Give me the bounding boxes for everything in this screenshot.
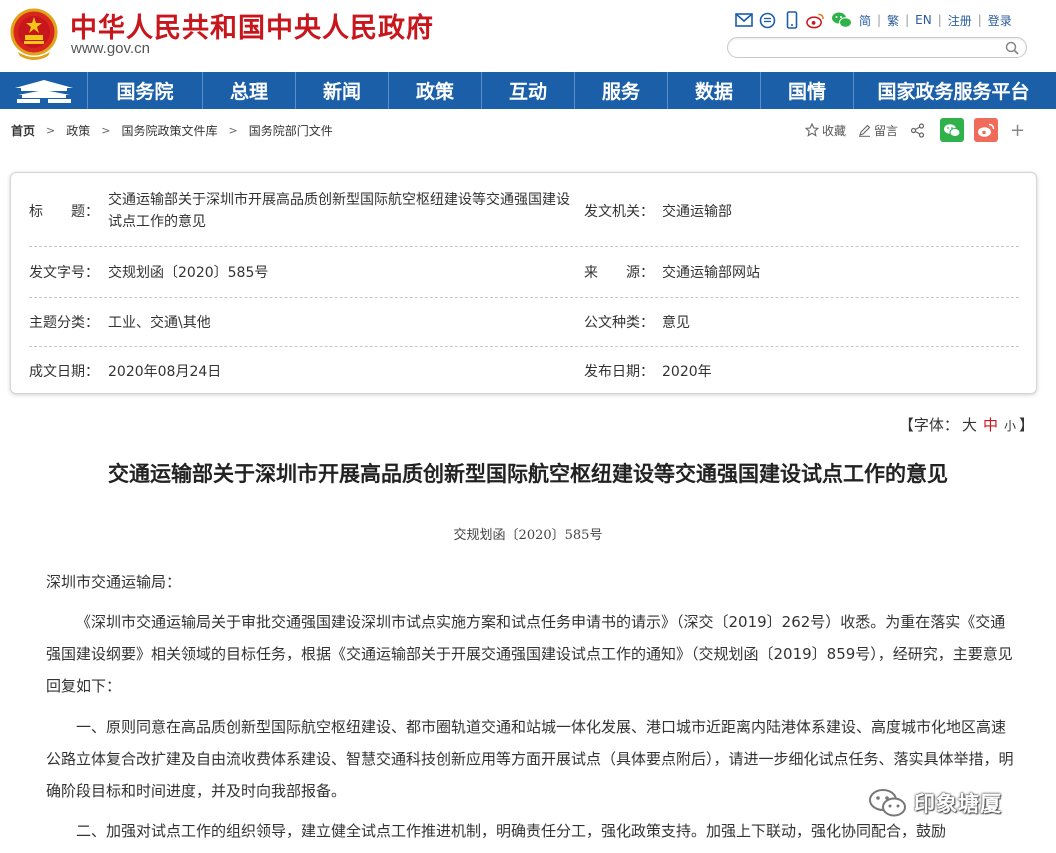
page-actions: 收藏 留言 + bbox=[805, 118, 1025, 142]
share-button[interactable] bbox=[910, 122, 928, 138]
nav-item-state-council[interactable]: 国务院 bbox=[88, 72, 203, 109]
wechat-icon[interactable] bbox=[830, 11, 854, 29]
login-link[interactable]: 登录 bbox=[988, 12, 1012, 29]
info-doctype-label: 公文种类： bbox=[584, 315, 654, 331]
watermark: 印象塘厦 bbox=[868, 788, 1002, 818]
nav-item-national-info[interactable]: 国情 bbox=[761, 72, 854, 109]
nav-item-services[interactable]: 服务 bbox=[575, 72, 668, 109]
more-share-button[interactable]: + bbox=[1010, 120, 1025, 141]
info-topic-label: 主题分类： bbox=[29, 315, 99, 331]
font-size-control: 【字体：大中小】 bbox=[899, 414, 1034, 435]
weibo-icon bbox=[978, 123, 995, 137]
separator: | bbox=[877, 13, 882, 27]
font-size-small[interactable]: 小 bbox=[1004, 419, 1016, 433]
share-wechat-button[interactable] bbox=[940, 118, 965, 142]
article-paragraph: 《深圳市交通运输局关于审批交通强国建设深圳市试点实施方案和试点任务申请书的请示》… bbox=[46, 613, 1013, 695]
star-icon bbox=[805, 123, 819, 137]
breadcrumb-policy-library[interactable]: 国务院政策文件库 bbox=[121, 122, 217, 139]
nav-item-premier[interactable]: 总理 bbox=[203, 72, 296, 109]
info-date-value: 2020年08月24日 bbox=[108, 364, 222, 380]
breadcrumb-policy[interactable]: 政策 bbox=[66, 122, 90, 139]
nav-item-news[interactable]: 新闻 bbox=[296, 72, 389, 109]
info-issuer-label: 发文机关： bbox=[584, 204, 654, 220]
weibo-icon[interactable] bbox=[806, 11, 825, 29]
watermark-text: 印象塘厦 bbox=[914, 792, 1002, 816]
lang-traditional-link[interactable]: 繁 bbox=[887, 12, 899, 29]
national-emblem-icon[interactable] bbox=[10, 8, 58, 60]
info-row-title: 标 题： 交通运输部关于深圳市开展高品质创新型国际航空枢纽建设等交通强国建设试点… bbox=[29, 187, 1019, 247]
chevron-right-icon: > bbox=[46, 124, 56, 137]
chevron-right-icon: > bbox=[101, 124, 111, 137]
favorite-button[interactable]: 收藏 bbox=[805, 122, 846, 139]
search-icon[interactable] bbox=[1004, 40, 1020, 56]
wechat-icon bbox=[869, 789, 906, 817]
info-docno-label: 发文字号： bbox=[29, 265, 99, 281]
info-source-value: 交通运输部网站 bbox=[662, 265, 760, 281]
pencil-icon bbox=[859, 124, 871, 137]
lang-english-link[interactable]: EN bbox=[915, 13, 932, 27]
lang-simplified-link[interactable]: 简 bbox=[859, 12, 871, 29]
info-row-topic: 主题分类： 工业、交通\其他 公文种类： 意见 bbox=[29, 298, 1019, 347]
article-title: 交通运输部关于深圳市开展高品质创新型国际航空枢纽建设等交通强国建设试点工作的意见 bbox=[108, 461, 948, 486]
info-pubdate-label: 发布日期： bbox=[584, 364, 654, 380]
info-row-docno: 发文字号： 交规划函〔2020〕585号 来 源： 交通运输部网站 bbox=[29, 247, 1019, 298]
share-weibo-button[interactable] bbox=[974, 118, 999, 142]
separator: | bbox=[937, 13, 942, 27]
register-link[interactable]: 注册 bbox=[948, 12, 972, 29]
info-doctype-value: 意见 bbox=[662, 315, 690, 331]
site-header: 中华人民共和国中央人民政府 www.gov.cn 简 | 繁 | EN | 注册… bbox=[0, 0, 1056, 72]
nav-item-interaction[interactable]: 互动 bbox=[482, 72, 575, 109]
font-size-close: 】 bbox=[1018, 416, 1034, 434]
wechat-icon bbox=[944, 123, 961, 137]
nav-item-service-platform[interactable]: 国家政务服务平台 bbox=[854, 72, 1053, 109]
info-date-label: 成文日期： bbox=[29, 364, 99, 380]
info-title-value: 交通运输部关于深圳市开展高品质创新型国际航空枢纽建设等交通强国建设试点工作的意见 bbox=[108, 192, 570, 230]
search-input[interactable] bbox=[740, 40, 1000, 56]
header-tools: 简 | 繁 | EN | 注册 | 登录 bbox=[734, 10, 1012, 30]
search-box bbox=[727, 37, 1027, 58]
info-topic-value: 工业、交通\其他 bbox=[108, 315, 211, 331]
breadcrumb-home[interactable]: 首页 bbox=[11, 122, 35, 139]
info-row-date: 成文日期： 2020年08月24日 发布日期： 2020年 bbox=[29, 347, 1019, 393]
nav-item-data[interactable]: 数据 bbox=[668, 72, 761, 109]
main-nav: 国务院 总理 新闻 政策 互动 服务 数据 国情 国家政务服务平台 bbox=[0, 72, 1056, 109]
mail-icon[interactable] bbox=[734, 11, 753, 29]
comment-label: 留言 bbox=[874, 123, 899, 138]
tiananmen-icon bbox=[14, 79, 73, 103]
mobile-icon[interactable] bbox=[782, 11, 801, 29]
info-pubdate-value: 2020年 bbox=[662, 364, 712, 380]
breadcrumb: 首页 > 政策 > 国务院政策文件库 > 国务院部门文件 bbox=[11, 122, 333, 139]
font-size-large[interactable]: 大 bbox=[962, 416, 977, 434]
info-docno-value: 交规划函〔2020〕585号 bbox=[108, 265, 269, 281]
info-title-label: 标 题： bbox=[29, 204, 99, 220]
message-icon[interactable] bbox=[758, 11, 777, 29]
favorite-label: 收藏 bbox=[822, 123, 847, 138]
separator: | bbox=[905, 13, 910, 27]
font-size-medium[interactable]: 中 bbox=[983, 416, 998, 434]
article-doc-number: 交规划函〔2020〕585号 bbox=[453, 528, 603, 543]
font-size-open: 【字体： bbox=[898, 416, 959, 434]
comment-button[interactable]: 留言 bbox=[858, 122, 898, 139]
info-issuer-value: 交通运输部 bbox=[662, 204, 732, 220]
separator: | bbox=[977, 13, 982, 27]
site-url[interactable]: www.gov.cn bbox=[71, 40, 150, 57]
chevron-right-icon: > bbox=[228, 124, 238, 137]
nav-home[interactable] bbox=[0, 72, 88, 109]
share-icon bbox=[910, 122, 925, 138]
info-source-label: 来 源： bbox=[584, 265, 654, 281]
nav-item-policy[interactable]: 政策 bbox=[389, 72, 482, 109]
document-info-box: 标 题： 交通运输部关于深圳市开展高品质创新型国际航空枢纽建设等交通强国建设试点… bbox=[10, 172, 1037, 394]
article-paragraph: 二、加强对试点工作的组织领导，建立健全试点工作推进机制，明确责任分工，强化政策支… bbox=[76, 822, 947, 840]
article-salutation: 深圳市交通运输局： bbox=[46, 573, 182, 591]
breadcrumb-department-docs[interactable]: 国务院部门文件 bbox=[249, 122, 333, 139]
